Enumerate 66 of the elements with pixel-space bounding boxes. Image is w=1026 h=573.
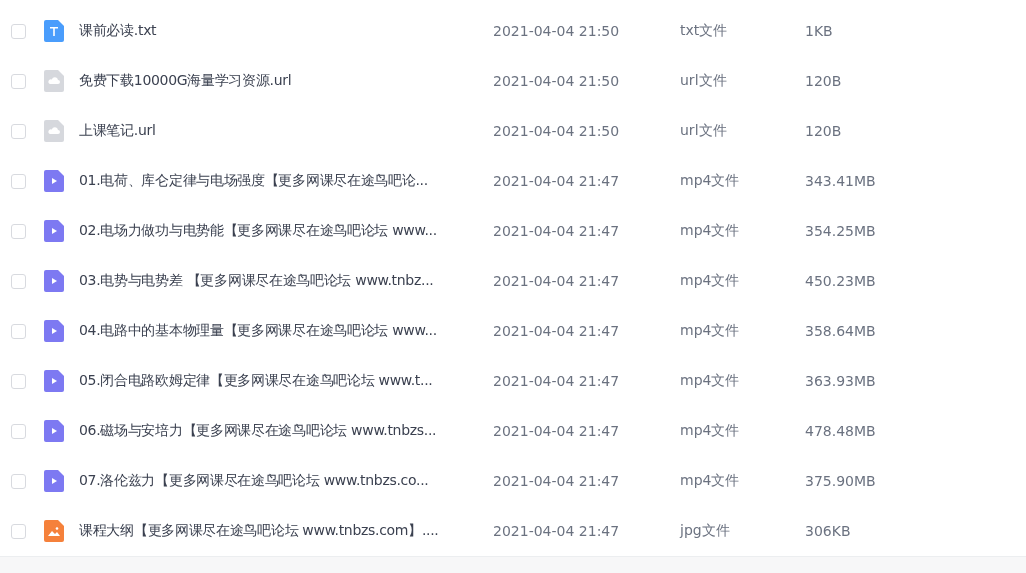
file-type: mp4文件	[680, 222, 741, 240]
file-type: url文件	[680, 122, 728, 140]
file-size: 354.25MB	[805, 223, 877, 239]
file-name[interactable]: 07.洛伦兹力【更多网课尽在途鸟吧论坛 www.tnbzs.co...	[79, 472, 493, 490]
cloud-file-icon	[44, 120, 64, 142]
file-size: 343.41MB	[805, 173, 877, 189]
file-name[interactable]: 课程大纲【更多网课尽在途鸟吧论坛 www.tnbzs.com】....	[79, 522, 493, 540]
checkbox[interactable]	[11, 473, 26, 489]
file-type: mp4文件	[680, 422, 741, 440]
file-type: mp4文件	[680, 172, 741, 190]
modified-time: 2021-04-04 21:50	[493, 123, 621, 139]
file-type: mp4文件	[680, 472, 741, 490]
image-file-icon	[44, 520, 64, 542]
modified-time: 2021-04-04 21:47	[493, 523, 621, 539]
checkbox[interactable]	[11, 223, 26, 239]
file-type: jpg文件	[680, 522, 731, 540]
file-size: 363.93MB	[805, 373, 877, 389]
file-type: txt文件	[680, 22, 729, 40]
modified-time: 2021-04-04 21:47	[493, 273, 621, 289]
file-name[interactable]: 免费下载10000G海量学习资源.url	[79, 72, 493, 90]
checkbox[interactable]	[11, 323, 26, 339]
file-name[interactable]: 课前必读.txt	[79, 22, 493, 40]
checkbox[interactable]	[11, 523, 26, 539]
modified-time: 2021-04-04 21:47	[493, 223, 621, 239]
checkbox[interactable]	[11, 123, 26, 139]
file-name[interactable]: 上课笔记.url	[79, 122, 493, 140]
file-size: 358.64MB	[805, 323, 877, 339]
file-name[interactable]: 05.闭合电路欧姆定律【更多网课尽在途鸟吧论坛 www.t...	[79, 372, 493, 390]
checkbox[interactable]	[11, 173, 26, 189]
file-type: mp4文件	[680, 272, 741, 290]
video-file-icon	[44, 370, 64, 392]
checkbox[interactable]	[11, 423, 26, 439]
file-size: 478.48MB	[805, 423, 877, 439]
video-file-icon	[44, 220, 64, 242]
video-file-icon	[44, 170, 64, 192]
modified-time: 2021-04-04 21:50	[493, 73, 621, 89]
checkbox[interactable]	[11, 273, 26, 289]
modified-time: 2021-04-04 21:47	[493, 423, 621, 439]
video-file-icon	[44, 270, 64, 292]
modified-time: 2021-04-04 21:50	[493, 23, 621, 39]
video-file-icon	[44, 320, 64, 342]
text-file-icon	[44, 20, 64, 42]
checkbox[interactable]	[11, 73, 26, 89]
modified-time: 2021-04-04 21:47	[493, 373, 621, 389]
file-size: 120B	[805, 123, 843, 139]
modified-time: 2021-04-04 21:47	[493, 323, 621, 339]
file-type: mp4文件	[680, 322, 741, 340]
file-size: 120B	[805, 73, 843, 89]
file-size: 306KB	[805, 523, 852, 539]
checkbox[interactable]	[11, 373, 26, 389]
file-name[interactable]: 03.电势与电势差 【更多网课尽在途鸟吧论坛 www.tnbz...	[79, 272, 493, 290]
video-file-icon	[44, 470, 64, 492]
modified-time: 2021-04-04 21:47	[493, 173, 621, 189]
file-name[interactable]: 01.电荷、库仑定律与电场强度【更多网课尽在途鸟吧论...	[79, 172, 493, 190]
file-size: 375.90MB	[805, 473, 877, 489]
file-type: url文件	[680, 72, 728, 90]
file-name[interactable]: 04.电路中的基本物理量【更多网课尽在途鸟吧论坛 www...	[79, 322, 493, 340]
file-size: 1KB	[805, 23, 834, 39]
file-name[interactable]: 02.电场力做功与电势能【更多网课尽在途鸟吧论坛 www...	[79, 222, 493, 240]
file-type: mp4文件	[680, 372, 741, 390]
checkbox[interactable]	[11, 23, 26, 39]
modified-time: 2021-04-04 21:47	[493, 473, 621, 489]
video-file-icon	[44, 420, 64, 442]
cloud-file-icon	[44, 70, 64, 92]
file-size: 450.23MB	[805, 273, 877, 289]
file-name[interactable]: 06.磁场与安培力【更多网课尽在途鸟吧论坛 www.tnbzs...	[79, 422, 493, 440]
